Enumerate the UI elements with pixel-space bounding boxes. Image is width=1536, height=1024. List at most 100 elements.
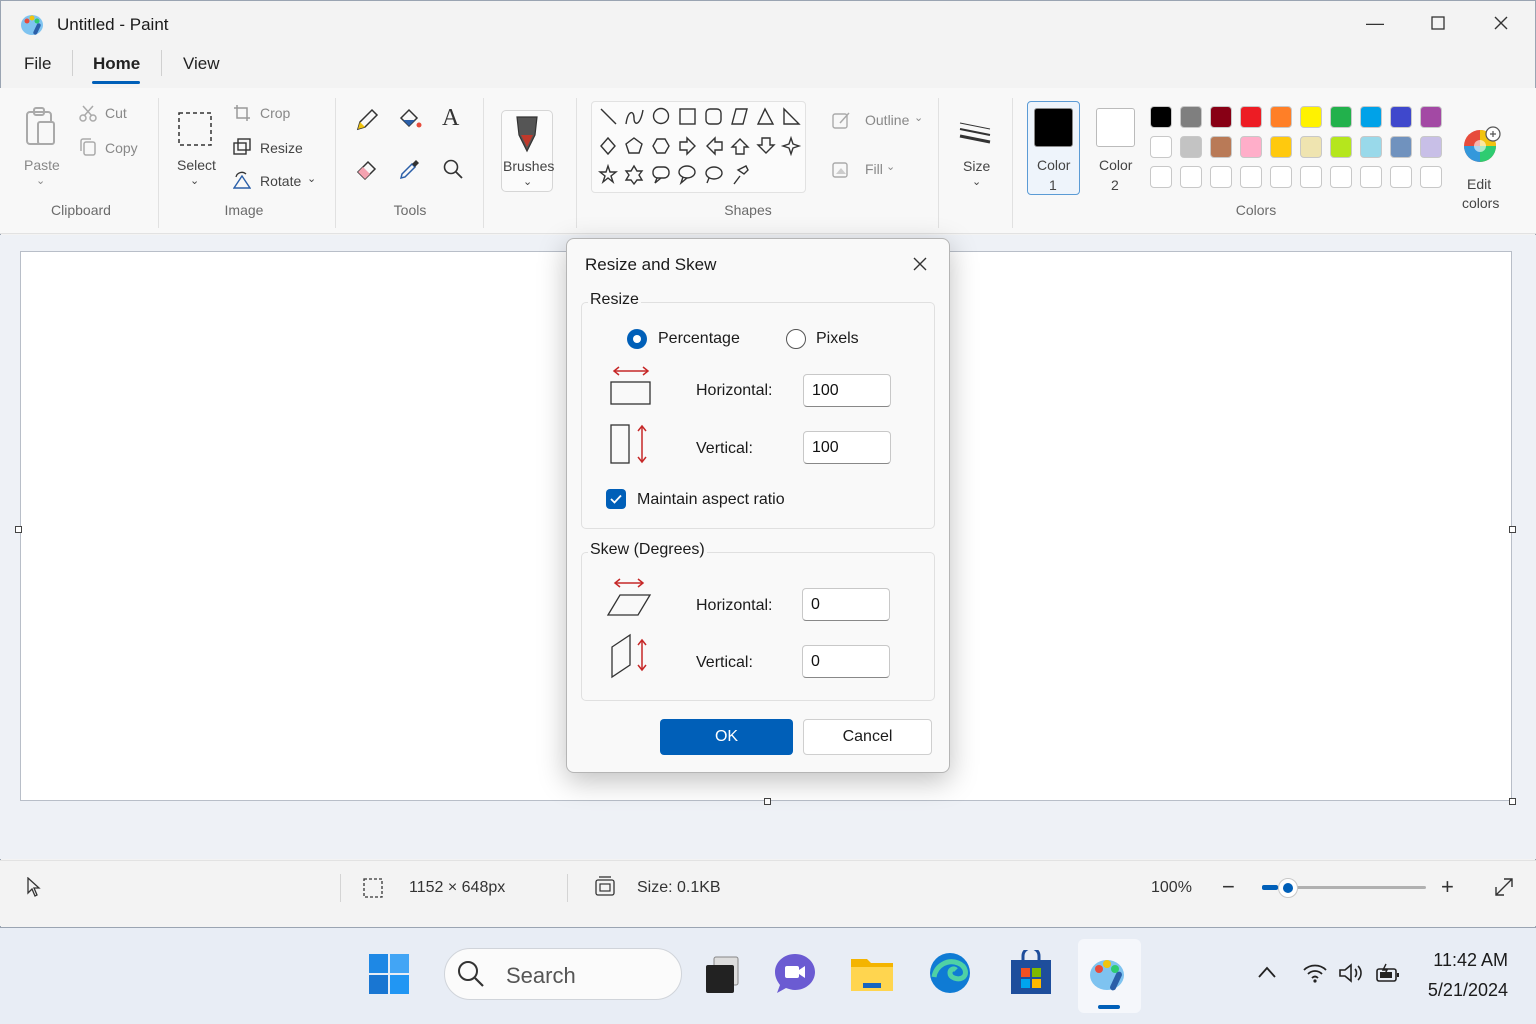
left-arrow-shape-icon[interactable] — [706, 136, 723, 156]
five-point-star-shape-icon[interactable] — [598, 163, 618, 185]
outline-dropdown[interactable]: Outline — [865, 112, 909, 128]
wifi-icon[interactable] — [1302, 962, 1328, 984]
line-shape-icon[interactable] — [600, 108, 617, 125]
zoom-level[interactable]: 100% — [1151, 879, 1192, 897]
minimize-button[interactable]: — — [1352, 8, 1398, 38]
palette-swatch[interactable] — [1180, 166, 1202, 188]
resize-button[interactable]: Resize — [260, 140, 303, 156]
down-arrow-shape-icon[interactable] — [756, 137, 776, 154]
four-point-star-shape-icon[interactable] — [780, 135, 802, 157]
diamond-shape-icon[interactable] — [600, 136, 616, 156]
polygon-shape-icon[interactable] — [731, 108, 748, 125]
palette-swatch[interactable] — [1390, 166, 1412, 188]
curve-shape-icon[interactable] — [625, 109, 644, 125]
hexagon-shape-icon[interactable] — [652, 138, 670, 154]
triangle-shape-icon[interactable] — [756, 107, 775, 125]
canvas-resize-handle-left[interactable] — [15, 526, 22, 533]
palette-swatch[interactable] — [1360, 106, 1382, 128]
palette-swatch[interactable] — [1300, 136, 1322, 158]
eraser-icon[interactable] — [355, 157, 379, 181]
clock-time[interactable]: 11:42 AM — [1433, 950, 1508, 971]
windows-start-icon[interactable] — [368, 953, 410, 995]
fit-to-window-icon[interactable] — [1493, 876, 1515, 898]
copy-button[interactable]: Copy — [105, 140, 138, 156]
palette-swatch[interactable] — [1360, 136, 1382, 158]
cut-button[interactable]: Cut — [105, 105, 127, 121]
edit-colors-icon[interactable] — [1462, 126, 1502, 166]
select-icon[interactable] — [177, 111, 213, 147]
store-icon[interactable] — [1009, 950, 1053, 996]
palette-swatch[interactable] — [1240, 106, 1262, 128]
rounded-rectangle-shape-icon[interactable] — [705, 108, 722, 125]
oval-shape-icon[interactable] — [652, 107, 670, 125]
line-size-icon[interactable] — [958, 120, 992, 148]
rotate-button[interactable]: Rotate — [260, 173, 301, 189]
teams-chat-icon[interactable] — [773, 952, 817, 996]
palette-swatch[interactable] — [1150, 136, 1172, 158]
palette-swatch[interactable] — [1240, 136, 1262, 158]
clock-date[interactable]: 5/21/2024 — [1428, 980, 1508, 1001]
palette-swatch[interactable] — [1210, 136, 1232, 158]
pencil-icon[interactable] — [355, 108, 379, 132]
up-arrow-shape-icon[interactable] — [730, 138, 750, 155]
maintain-aspect-checkbox[interactable] — [606, 489, 626, 509]
canvas-resize-handle-right[interactable] — [1509, 526, 1516, 533]
palette-swatch[interactable] — [1180, 136, 1202, 158]
palette-swatch[interactable] — [1210, 106, 1232, 128]
crop-button[interactable]: Crop — [260, 105, 290, 121]
rectangle-shape-icon[interactable] — [679, 108, 696, 125]
pentagon-shape-icon[interactable] — [625, 137, 643, 154]
canvas-resize-handle-corner[interactable] — [1509, 798, 1516, 805]
pixels-radio[interactable] — [786, 329, 806, 349]
palette-swatch[interactable] — [1390, 106, 1412, 128]
skew-horizontal-input[interactable] — [802, 588, 890, 621]
palette-swatch[interactable] — [1150, 166, 1172, 188]
menu-home[interactable]: Home — [93, 54, 140, 74]
palette-swatch[interactable] — [1390, 136, 1412, 158]
cloud-callout-shape-icon[interactable] — [705, 166, 723, 184]
six-point-star-shape-icon[interactable] — [624, 164, 644, 186]
canvas-resize-handle-bottom[interactable] — [764, 798, 771, 805]
dialog-close-button[interactable] — [905, 249, 935, 279]
heart-lightning-shape-icon[interactable] — [733, 165, 749, 185]
paste-icon[interactable] — [24, 106, 58, 150]
palette-swatch[interactable] — [1180, 106, 1202, 128]
fill-bucket-icon[interactable] — [397, 108, 423, 132]
color-picker-icon[interactable] — [398, 157, 422, 181]
palette-swatch[interactable] — [1270, 106, 1292, 128]
zoom-in-icon[interactable]: + — [1441, 874, 1454, 900]
resize-horizontal-input[interactable] — [803, 374, 891, 407]
size-button[interactable]: Size — [963, 158, 990, 174]
palette-swatch[interactable] — [1210, 166, 1232, 188]
paste-button[interactable]: Paste — [24, 157, 60, 173]
close-window-button[interactable] — [1478, 8, 1524, 38]
skew-vertical-input[interactable] — [802, 645, 890, 678]
ok-button[interactable]: OK — [660, 719, 793, 755]
select-button[interactable]: Select — [177, 157, 216, 173]
palette-swatch[interactable] — [1330, 136, 1352, 158]
magnifier-icon[interactable] — [441, 157, 465, 181]
rect-callout-shape-icon[interactable] — [652, 166, 670, 184]
palette-swatch[interactable] — [1270, 136, 1292, 158]
right-triangle-shape-icon[interactable] — [783, 107, 801, 125]
palette-swatch[interactable] — [1420, 136, 1442, 158]
resize-vertical-input[interactable] — [803, 431, 891, 464]
cancel-button[interactable]: Cancel — [803, 719, 932, 755]
file-explorer-icon[interactable] — [849, 953, 895, 995]
right-arrow-shape-icon[interactable] — [679, 136, 696, 156]
palette-swatch[interactable] — [1300, 106, 1322, 128]
paint-icon[interactable] — [1087, 951, 1131, 995]
zoom-out-icon[interactable]: − — [1222, 874, 1235, 900]
text-tool-icon[interactable]: A — [442, 105, 459, 132]
palette-swatch[interactable] — [1360, 166, 1382, 188]
palette-swatch[interactable] — [1420, 166, 1442, 188]
task-view-icon[interactable] — [704, 955, 740, 995]
oval-callout-shape-icon[interactable] — [678, 165, 696, 186]
palette-swatch[interactable] — [1150, 106, 1172, 128]
palette-swatch[interactable] — [1330, 106, 1352, 128]
palette-swatch[interactable] — [1300, 166, 1322, 188]
volume-icon[interactable] — [1338, 962, 1364, 984]
palette-swatch[interactable] — [1240, 166, 1262, 188]
battery-icon[interactable] — [1375, 963, 1401, 985]
menu-view[interactable]: View — [183, 54, 220, 74]
